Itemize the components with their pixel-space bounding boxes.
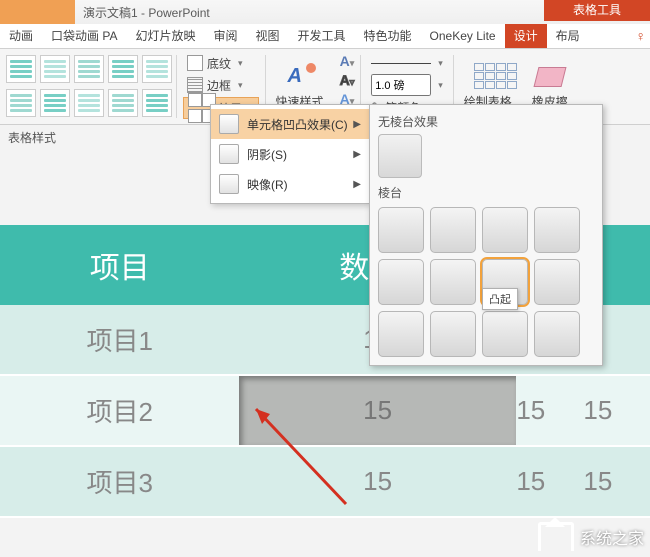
style-thumb[interactable] bbox=[142, 55, 172, 83]
table-cell[interactable]: 15 bbox=[546, 375, 650, 446]
bevel-option[interactable] bbox=[378, 207, 424, 253]
quick-access-strip bbox=[0, 0, 75, 24]
tab-slideshow[interactable]: 幻灯片放映 bbox=[126, 24, 204, 48]
menu-label: 阴影(S) bbox=[247, 146, 287, 163]
no-bevel-header: 无棱台效果 bbox=[378, 113, 596, 130]
table-cell[interactable]: 15 bbox=[239, 446, 515, 517]
menu-label: 映像(R) bbox=[247, 176, 288, 193]
ribbon-tabs: 动画 口袋动画 PA 幻灯片放映 审阅 视图 开发工具 特色功能 OneKey … bbox=[0, 24, 650, 49]
menu-shadow[interactable]: 阴影(S)▶ bbox=[211, 139, 369, 169]
effects-submenu: 单元格凹凸效果(C)▶ 阴影(S)▶ 映像(R)▶ bbox=[210, 104, 370, 204]
style-thumb[interactable] bbox=[142, 89, 172, 117]
table-cell[interactable]: 15 bbox=[516, 446, 546, 517]
style-thumb[interactable] bbox=[74, 89, 104, 117]
contextual-tools-label: 表格工具 bbox=[544, 0, 650, 21]
watermark-text: 系统之家 bbox=[580, 525, 644, 549]
shading-button[interactable]: 底纹▾ bbox=[183, 53, 259, 73]
table-cell[interactable]: 项目1 bbox=[0, 305, 239, 375]
border-button[interactable]: 边框▾ bbox=[183, 75, 259, 95]
tab-onekey[interactable]: OneKey Lite bbox=[421, 24, 505, 48]
border-label: 边框 bbox=[207, 77, 231, 94]
tab-features[interactable]: 特色功能 bbox=[355, 24, 421, 48]
tab-design[interactable]: 设计 bbox=[505, 24, 547, 48]
style-thumb[interactable] bbox=[6, 55, 36, 83]
bevel-gallery-panel: 无棱台效果 棱台 bbox=[369, 104, 603, 366]
window-title: 演示文稿1 - PowerPoint bbox=[83, 4, 210, 21]
tab-view[interactable]: 视图 bbox=[247, 24, 289, 48]
menu-reflection[interactable]: 映像(R)▶ bbox=[211, 169, 369, 199]
style-thumb[interactable] bbox=[108, 55, 138, 83]
tab-animation[interactable]: 动画 bbox=[0, 24, 42, 48]
bevel-tooltip: 凸起 bbox=[482, 288, 518, 310]
eraser-icon bbox=[536, 63, 564, 91]
table-cell[interactable]: 15 bbox=[516, 375, 546, 446]
table-cell[interactable]: 项目3 bbox=[0, 446, 239, 517]
tab-developer[interactable]: 开发工具 bbox=[289, 24, 355, 48]
bevel-none[interactable] bbox=[378, 134, 422, 178]
quick-styles-icon: A bbox=[286, 63, 314, 91]
watermark-logo-icon bbox=[538, 522, 574, 551]
style-thumb[interactable] bbox=[108, 89, 138, 117]
bevel-option[interactable] bbox=[534, 207, 580, 253]
table-styles-group bbox=[0, 49, 176, 124]
tell-me-icon[interactable]: ♀ bbox=[636, 28, 647, 44]
table-cell-selected[interactable]: 15 bbox=[239, 375, 515, 446]
bevel-option[interactable] bbox=[430, 311, 476, 357]
bevel-option[interactable] bbox=[482, 311, 528, 357]
style-thumb[interactable] bbox=[74, 55, 104, 83]
bevel-option[interactable] bbox=[430, 259, 476, 305]
table-header[interactable]: 项目 bbox=[0, 225, 239, 305]
bevel-icon bbox=[219, 114, 239, 134]
bevel-option[interactable] bbox=[482, 207, 528, 253]
bevel-option[interactable] bbox=[534, 259, 580, 305]
shading-label: 底纹 bbox=[207, 55, 231, 72]
text-outline-icon[interactable]: A▾ bbox=[340, 72, 355, 88]
text-fill-icon[interactable]: A▾ bbox=[340, 53, 355, 69]
bevel-option[interactable] bbox=[378, 311, 424, 357]
style-thumb[interactable] bbox=[6, 89, 36, 117]
pen-weight-input[interactable] bbox=[371, 74, 431, 96]
menu-label: 单元格凹凸效果(C) bbox=[247, 116, 348, 133]
table-cell[interactable]: 项目2 bbox=[0, 375, 239, 446]
style-thumb[interactable] bbox=[40, 89, 70, 117]
shadow-icon bbox=[219, 144, 239, 164]
bevel-option[interactable] bbox=[430, 207, 476, 253]
reflection-icon bbox=[219, 174, 239, 194]
draw-table-icon bbox=[474, 63, 502, 91]
bevel-option[interactable] bbox=[534, 311, 580, 357]
tab-pocket-anim[interactable]: 口袋动画 PA bbox=[42, 24, 126, 48]
style-thumb[interactable] bbox=[40, 55, 70, 83]
watermark: 系统之家 bbox=[538, 522, 644, 551]
title-bar: 演示文稿1 - PowerPoint 表格工具 bbox=[0, 0, 650, 24]
menu-cell-bevel[interactable]: 单元格凹凸效果(C)▶ bbox=[211, 109, 369, 139]
table-cell[interactable]: 15 bbox=[546, 446, 650, 517]
tab-review[interactable]: 审阅 bbox=[204, 24, 246, 48]
tab-layout[interactable]: 布局 bbox=[547, 24, 589, 48]
bevel-option[interactable] bbox=[378, 259, 424, 305]
bevel-header: 棱台 bbox=[378, 184, 596, 201]
pen-style-button[interactable]: ▾ bbox=[367, 53, 447, 73]
